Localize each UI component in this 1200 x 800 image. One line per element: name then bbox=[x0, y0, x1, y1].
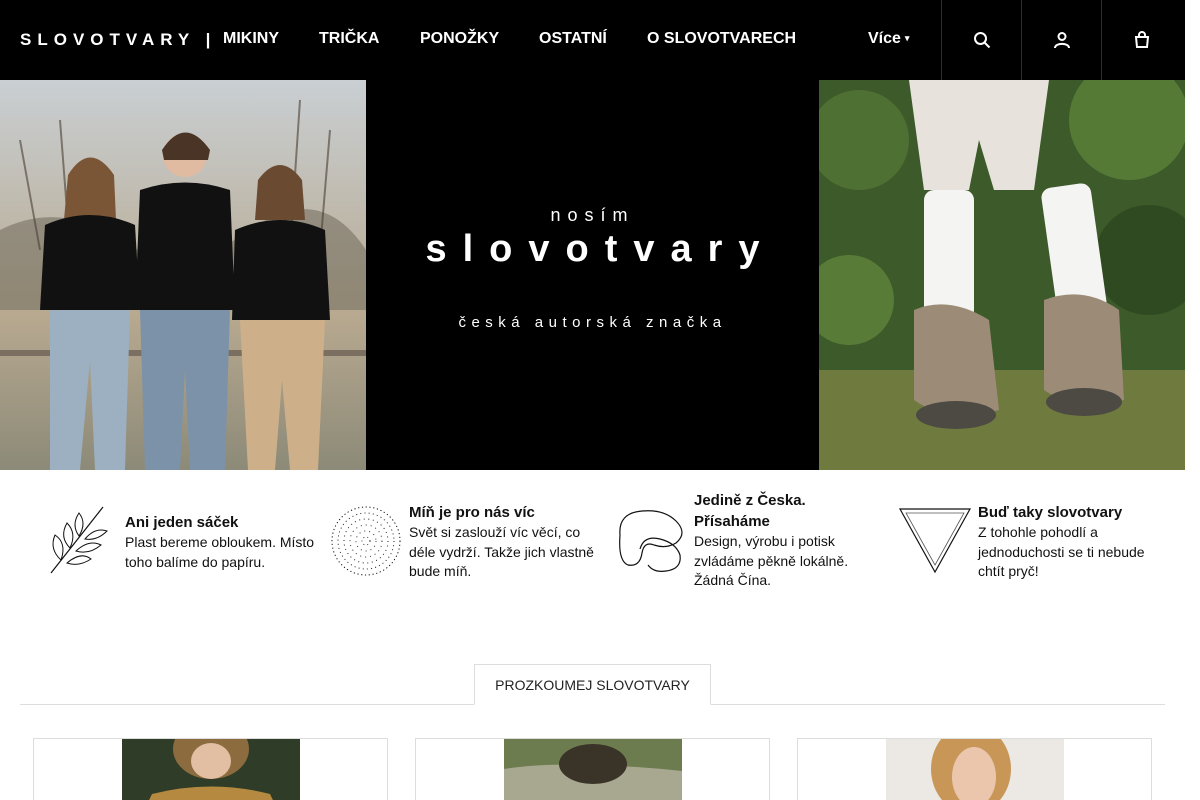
feature-text: Svět si zaslouží víc věcí, co déle vydrž… bbox=[409, 524, 594, 579]
feature-title: Buď taky slovotvary bbox=[978, 504, 1123, 521]
feature-item: Ani jeden sáček Plast bereme obloukem. M… bbox=[45, 480, 315, 600]
product-card[interactable] bbox=[797, 738, 1152, 800]
scrollbar[interactable] bbox=[1185, 0, 1200, 800]
site-logo[interactable]: SLOVOTVARY | bbox=[20, 30, 216, 50]
more-menu[interactable]: Více ▾ bbox=[868, 30, 909, 48]
product-image bbox=[504, 739, 682, 800]
hero-pretitle: nosím bbox=[550, 205, 635, 225]
nav-item-ostatni[interactable]: OSTATNÍ bbox=[539, 30, 607, 48]
hero-banner[interactable]: nosím slovotvary česká autorská značka bbox=[0, 80, 1185, 470]
nav-item-tricka[interactable]: TRIČKA bbox=[319, 30, 379, 48]
feature-item: Jedině z Česka. Přísaháme Design, výrobu… bbox=[614, 480, 884, 600]
more-menu-label: Více bbox=[868, 30, 901, 47]
product-card[interactable] bbox=[415, 738, 770, 800]
chevron-down-icon: ▾ bbox=[904, 33, 910, 43]
cart-button[interactable] bbox=[1101, 0, 1181, 80]
nav-item-o-slovotvarech[interactable]: O SLOVOTVARECH bbox=[647, 30, 796, 48]
site-header: SLOVOTVARY | MIKINY TRIČKA PONOŽKY OSTAT… bbox=[0, 0, 1200, 80]
product-card[interactable] bbox=[33, 738, 388, 800]
triangle-icon bbox=[898, 508, 972, 574]
nav-item-ponozky[interactable]: PONOŽKY bbox=[420, 30, 499, 48]
feature-title: Ani jeden sáček bbox=[125, 514, 239, 531]
feature-text: Design, výrobu i potisk zvládáme pěkně l… bbox=[694, 533, 849, 588]
feature-item: Buď taky slovotvary Z tohohle pohodlí a … bbox=[898, 480, 1168, 600]
explore-tab[interactable]: PROZKOUMEJ SLOVOTVARY bbox=[474, 664, 711, 705]
feature-text: Plast bereme obloukem. Místo toho balíme… bbox=[125, 534, 315, 570]
hero-title: slovotvary bbox=[425, 228, 776, 270]
hero-photo-people bbox=[0, 80, 366, 470]
feature-text: Z tohohle pohodlí a jednoduchosti se ti … bbox=[978, 524, 1145, 579]
product-image bbox=[122, 739, 300, 800]
blob-shape-icon bbox=[619, 510, 683, 572]
feature-item: Míň je pro nás víc Svět si zaslouží víc … bbox=[329, 480, 604, 600]
dotted-circle-icon bbox=[331, 506, 401, 576]
features-section: Ani jeden sáček Plast bereme obloukem. M… bbox=[0, 480, 1185, 600]
cart-icon bbox=[1134, 31, 1149, 48]
search-button[interactable] bbox=[941, 0, 1021, 80]
user-icon bbox=[1053, 32, 1070, 49]
hero-photo-socks bbox=[819, 80, 1185, 470]
feature-title: Míň je pro nás víc bbox=[409, 504, 535, 521]
account-button[interactable] bbox=[1021, 0, 1101, 80]
feature-title: Jedině z Česka. Přísaháme bbox=[694, 492, 806, 530]
product-image bbox=[886, 739, 1064, 800]
search-icon bbox=[973, 32, 990, 49]
nav-item-mikiny[interactable]: MIKINY bbox=[223, 30, 279, 48]
leaf-icon bbox=[50, 506, 108, 574]
hero-subtitle: česká autorská značka bbox=[458, 314, 727, 331]
